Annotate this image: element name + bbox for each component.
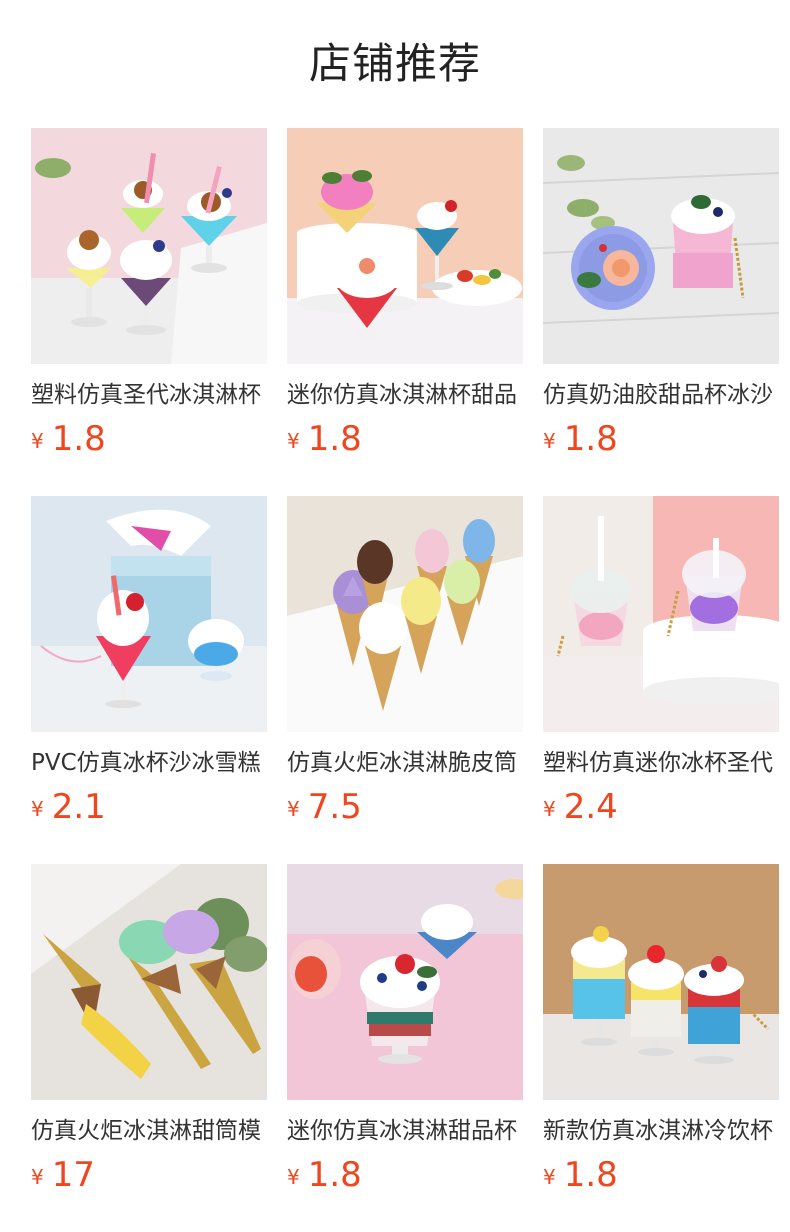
price-value: 2.1 (51, 787, 106, 827)
price-value: 7.5 (307, 787, 362, 827)
product-image[interactable] (543, 496, 779, 732)
product-card[interactable]: 迷你仿真冰淇淋杯甜品 ¥1.8 (287, 128, 523, 461)
currency-symbol: ¥ (31, 429, 44, 453)
product-card[interactable]: 仿真奶油胶甜品杯冰沙 ¥1.8 (543, 128, 779, 461)
product-image[interactable] (31, 496, 267, 732)
product-image[interactable] (543, 128, 779, 364)
currency-symbol: ¥ (287, 429, 300, 453)
product-price: ¥1.8 (287, 417, 523, 461)
price-value: 1.8 (563, 1155, 618, 1195)
currency-symbol: ¥ (543, 1165, 556, 1189)
product-card[interactable]: 仿真火炬冰淇淋甜筒模 ¥17 (31, 864, 267, 1197)
currency-symbol: ¥ (31, 1165, 44, 1189)
price-value: 1.8 (307, 1155, 362, 1195)
product-price: ¥2.4 (543, 785, 779, 829)
product-name[interactable]: 塑料仿真迷你冰杯圣代 (543, 745, 779, 781)
product-price: ¥17 (31, 1153, 267, 1197)
price-value: 1.8 (563, 419, 618, 459)
currency-symbol: ¥ (543, 797, 556, 821)
product-image[interactable] (543, 864, 779, 1100)
currency-symbol: ¥ (287, 1165, 300, 1189)
price-value: 1.8 (51, 419, 106, 459)
product-image[interactable] (287, 128, 523, 364)
product-card[interactable]: PVC仿真冰杯沙冰雪糕 ¥2.1 (31, 496, 267, 829)
product-card[interactable]: 迷你仿真冰淇淋甜品杯 ¥1.8 (287, 864, 523, 1197)
currency-symbol: ¥ (543, 429, 556, 453)
product-image[interactable] (287, 864, 523, 1100)
shop-recommend-page: 店铺推荐 塑料仿真圣代冰淇淋杯 ¥ 1.8 迷你仿真冰淇淋杯甜品 ¥ 1.8 仿… (0, 0, 790, 1232)
product-price: ¥1.8 (287, 1153, 523, 1197)
product-name[interactable]: 新款仿真冰淇淋冷饮杯 (543, 1113, 779, 1149)
price-value: 17 (51, 1155, 95, 1195)
currency-symbol: ¥ (31, 797, 44, 821)
product-name[interactable]: 仿真火炬冰淇淋甜筒模 (31, 1113, 267, 1149)
product-card[interactable]: 塑料仿真圣代冰淇淋杯 ¥1.8 (31, 128, 267, 461)
product-price: ¥7.5 (287, 785, 523, 829)
product-card[interactable]: 塑料仿真迷你冰杯圣代 ¥2.4 (543, 496, 779, 829)
product-price: ¥1.8 (31, 417, 267, 461)
product-name[interactable]: 迷你仿真冰淇淋杯甜品 (287, 377, 523, 413)
product-price: ¥2.1 (31, 785, 267, 829)
price-value: 1.8 (307, 419, 362, 459)
currency-symbol: ¥ (287, 797, 300, 821)
product-card[interactable]: 新款仿真冰淇淋冷饮杯 ¥1.8 (543, 864, 779, 1197)
product-image[interactable] (31, 128, 267, 364)
product-image[interactable] (31, 864, 267, 1100)
product-name[interactable]: PVC仿真冰杯沙冰雪糕 (31, 745, 267, 781)
price-value: 2.4 (563, 787, 618, 827)
product-name[interactable]: 仿真火炬冰淇淋脆皮筒 (287, 745, 523, 781)
product-price: ¥1.8 (543, 1153, 779, 1197)
product-price: ¥1.8 (543, 417, 779, 461)
product-name[interactable]: 迷你仿真冰淇淋甜品杯 (287, 1113, 523, 1149)
page-title: 店铺推荐 (308, 39, 481, 88)
product-image[interactable] (287, 496, 523, 732)
product-card[interactable]: 仿真火炬冰淇淋脆皮筒 ¥7.5 (287, 496, 523, 829)
product-name[interactable]: 塑料仿真圣代冰淇淋杯 (31, 377, 267, 413)
product-name[interactable]: 仿真奶油胶甜品杯冰沙 (543, 377, 779, 413)
